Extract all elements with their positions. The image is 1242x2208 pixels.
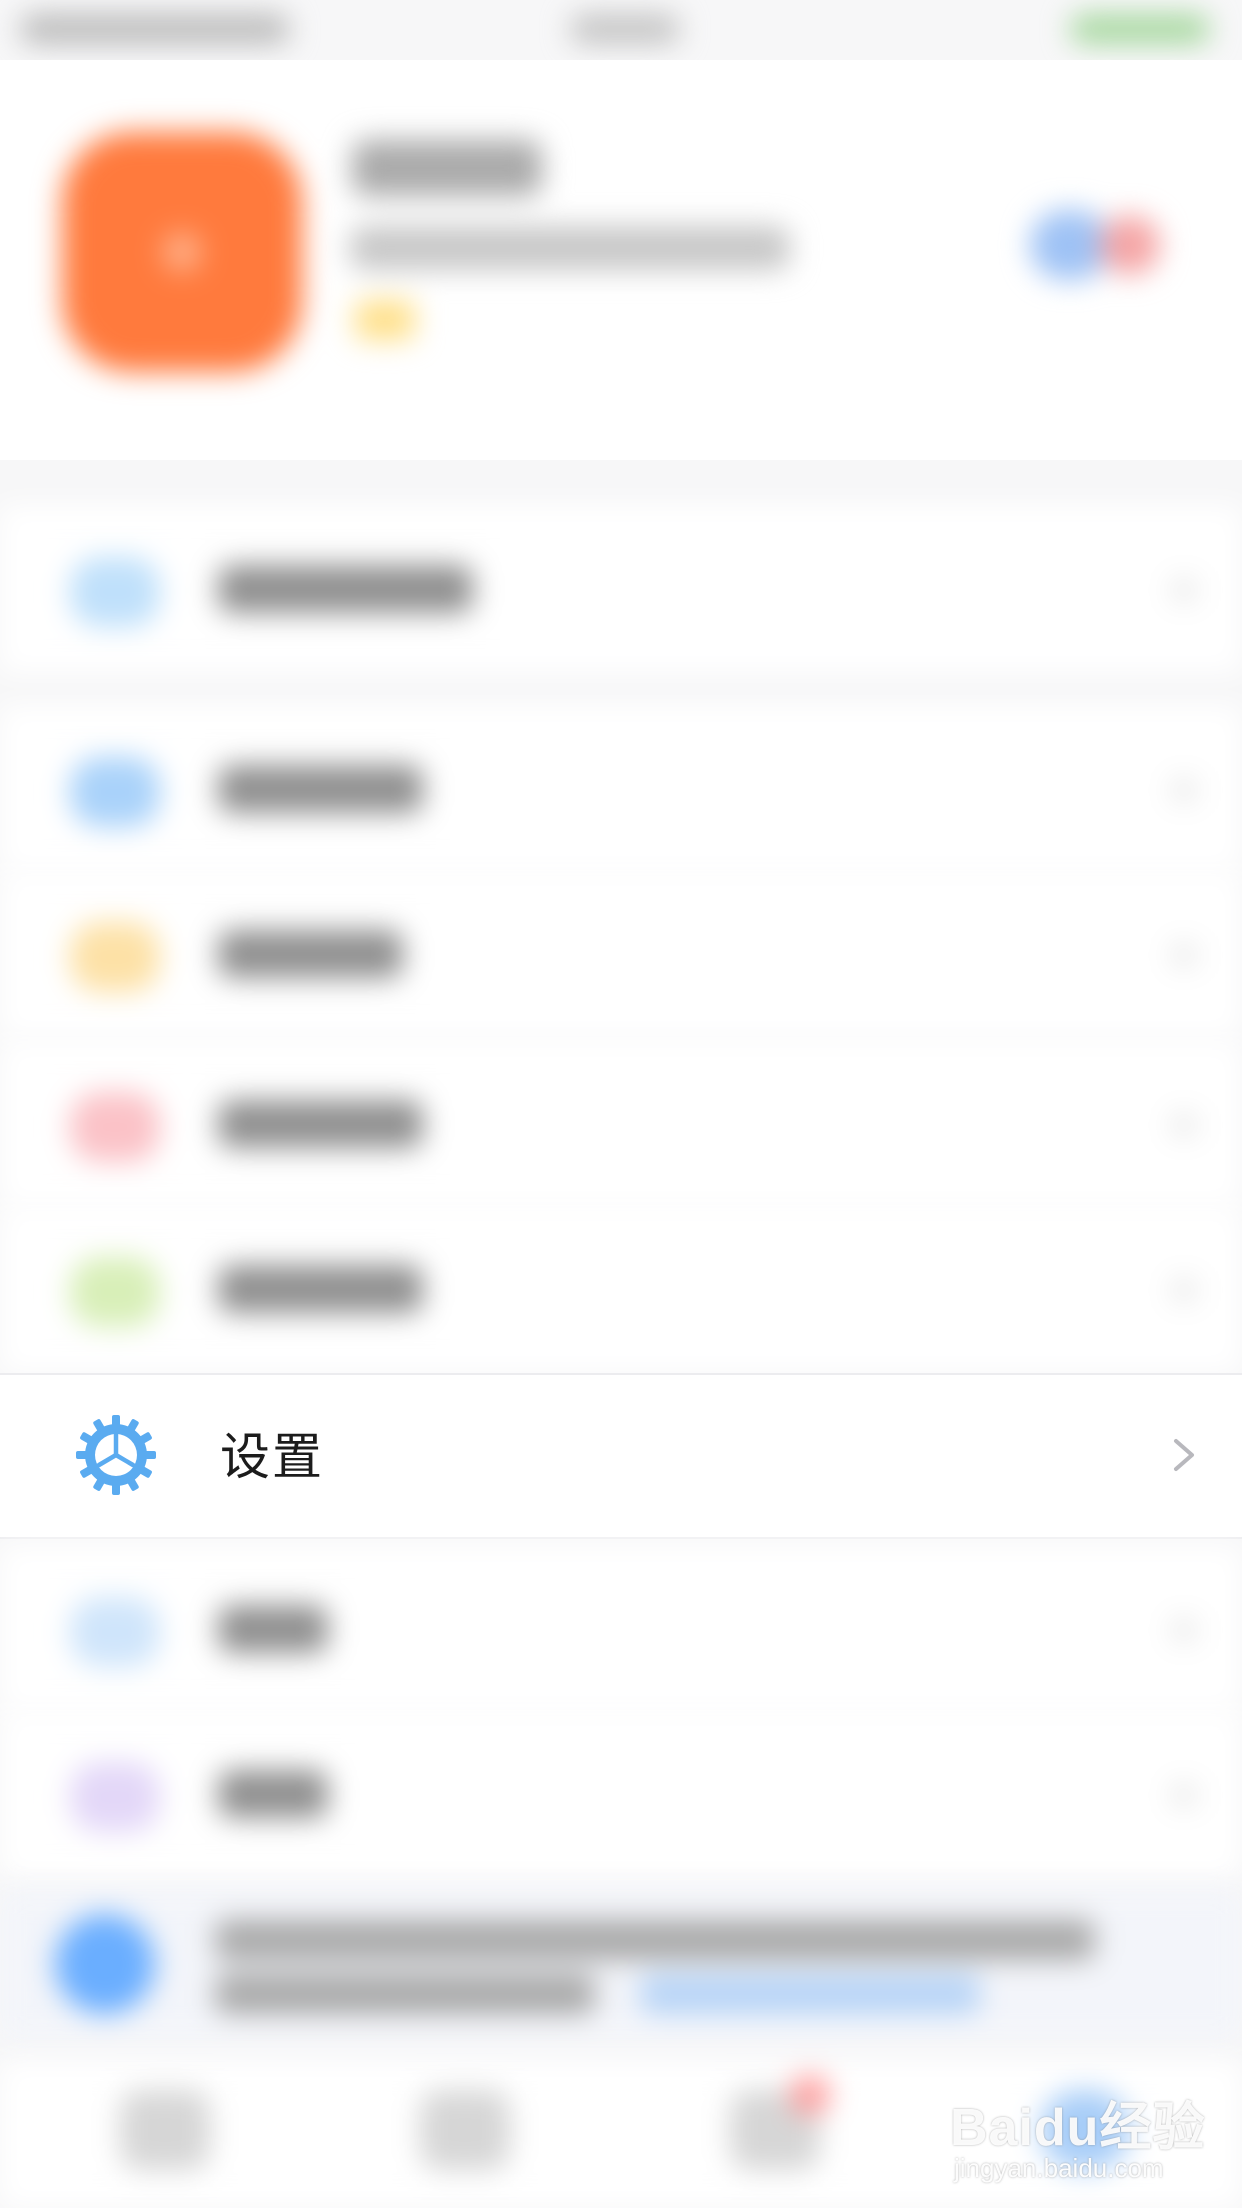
list-item-label <box>218 765 423 813</box>
chevron-right-icon <box>1174 1439 1194 1471</box>
notice-text <box>215 1920 1095 1960</box>
notice-icon <box>55 1914 155 2014</box>
watermark-url: jingyan.baidu.com <box>954 2153 1164 2183</box>
list-item-label <box>218 1265 423 1313</box>
list-item-icon <box>70 557 160 627</box>
list-item[interactable] <box>0 1545 1242 1713</box>
notice-text <box>215 1974 595 2014</box>
list-item-label <box>218 1770 328 1818</box>
list-item-label <box>218 1100 423 1148</box>
list-item[interactable] <box>0 1205 1242 1373</box>
vip-badge-icon <box>355 300 415 340</box>
list-item-icon <box>70 922 160 992</box>
chevron-right-icon <box>1171 942 1197 968</box>
list-item[interactable] <box>0 1040 1242 1208</box>
avatar[interactable] <box>62 132 302 372</box>
profile-name <box>352 140 542 196</box>
profile-action-icons[interactable] <box>1030 210 1180 280</box>
list-item[interactable] <box>0 870 1242 1038</box>
list-item[interactable] <box>0 1710 1242 1878</box>
list-item-icon <box>70 1257 160 1327</box>
blue-circle-icon <box>1030 210 1110 280</box>
tab-home-icon[interactable] <box>120 2090 210 2170</box>
list-item-icon <box>70 757 160 827</box>
notice-banner[interactable] <box>0 1890 1242 2040</box>
tab-discover-icon[interactable] <box>420 2090 510 2170</box>
list-item-label <box>218 565 473 613</box>
gear-icon <box>76 1415 156 1495</box>
list-item-label <box>218 1605 328 1653</box>
chevron-right-icon <box>1171 577 1197 603</box>
chevron-right-icon <box>1171 1617 1197 1643</box>
red-circle-icon <box>1100 215 1160 275</box>
status-bar <box>0 0 1242 60</box>
settings-row[interactable]: 设置 <box>0 1373 1242 1539</box>
tab-messages-icon[interactable] <box>730 2075 830 2170</box>
battery-icon <box>1070 14 1210 44</box>
settings-label: 设置 <box>220 1428 324 1486</box>
baidu-watermark: Baidu经验 jingyan.baidu.com <box>950 2085 1230 2195</box>
chevron-right-icon <box>1171 1277 1197 1303</box>
watermark-brand: Baidu经验 <box>950 2099 1206 2157</box>
list-item-label <box>218 930 403 978</box>
profile-subtitle <box>350 226 790 270</box>
chevron-right-icon <box>1171 777 1197 803</box>
profile-header[interactable] <box>0 60 1242 460</box>
list-item-icon <box>70 1597 160 1667</box>
list-item[interactable] <box>0 505 1242 673</box>
status-carrier <box>20 14 290 44</box>
list-item-icon <box>70 1762 160 1832</box>
list-item[interactable] <box>0 705 1242 873</box>
list-item-icon <box>70 1092 160 1162</box>
chevron-right-icon <box>1171 1782 1197 1808</box>
chevron-right-icon <box>1171 1112 1197 1138</box>
status-time <box>570 14 680 44</box>
notice-link[interactable] <box>640 1974 980 2014</box>
